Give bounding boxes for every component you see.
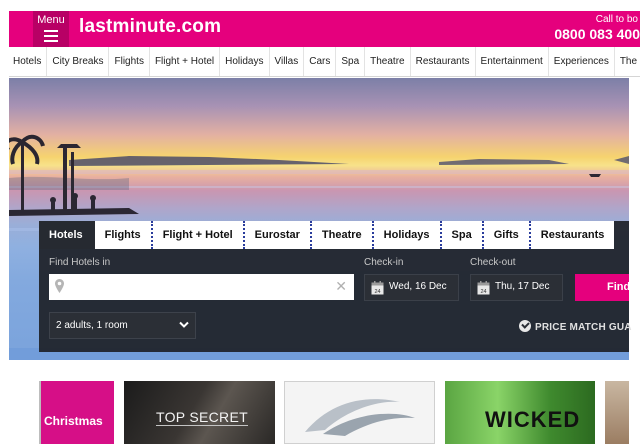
nav-item-flight-hotel[interactable]: Flight + Hotel [150, 47, 221, 76]
call-number[interactable]: 0800 083 400 [554, 26, 640, 43]
tab-eurostar[interactable]: Eurostar [244, 221, 312, 249]
site-logo[interactable]: lastminute.com [79, 16, 221, 38]
call-box: Call to bo 0800 083 400 [554, 14, 640, 43]
destination-field[interactable]: ✕ [49, 274, 354, 300]
tab-hotels[interactable]: Hotels [39, 221, 95, 249]
promo-tile-christmas[interactable]: Christmas [39, 381, 114, 444]
price-match-text: PRICE MATCH GUA [535, 322, 632, 333]
checkin-field[interactable]: 24 Wed, 16 Dec [364, 274, 459, 301]
calendar-icon: 24 [371, 281, 384, 295]
price-match-guarantee[interactable]: PRICE MATCH GUA [519, 320, 632, 334]
checkout-label: Check-out [470, 257, 516, 268]
nav-item-the-mix[interactable]: The Mix [615, 47, 640, 76]
check-circle-icon [519, 320, 531, 332]
calendar-day-number: 24 [374, 289, 380, 295]
tab-spa[interactable]: Spa [441, 221, 484, 249]
call-label: Call to bo [595, 14, 638, 25]
search-tabs: Hotels Flights Flight + Hotel Eurostar T… [39, 221, 615, 249]
destination-input[interactable] [69, 277, 329, 297]
nav-item-cars[interactable]: Cars [304, 47, 337, 76]
menu-button[interactable]: Menu [33, 11, 69, 47]
calendar-day-number: 24 [480, 289, 486, 295]
nav-item-spa[interactable]: Spa [336, 47, 366, 76]
promo-tile-partial[interactable] [605, 381, 629, 444]
nav-item-theatre[interactable]: Theatre [365, 47, 411, 76]
promo-tile-christmas-label: Christmas [44, 414, 103, 428]
nav-item-restaurants[interactable]: Restaurants [411, 47, 476, 76]
tab-restaurants[interactable]: Restaurants [530, 221, 615, 249]
checkin-label: Check-in [364, 257, 404, 268]
close-icon[interactable]: ✕ [335, 278, 347, 294]
site-header: Menu lastminute.com Call to bo 0800 083 … [9, 11, 640, 47]
checkin-value: Wed, 16 Dec [389, 281, 447, 292]
find-button[interactable]: Find [575, 274, 629, 301]
main-nav: Hotels City Breaks Flights Flight + Hote… [9, 47, 640, 77]
tab-gifts[interactable]: Gifts [483, 221, 531, 249]
promo-swoosh-graphic [305, 399, 415, 436]
nav-item-entertainment[interactable]: Entertainment [476, 47, 549, 76]
nav-item-holidays[interactable]: Holidays [220, 47, 270, 76]
guests-value: 2 adults, 1 room [56, 320, 128, 331]
tab-flights[interactable]: Flights [94, 221, 153, 249]
guests-select[interactable]: 2 adults, 1 room [49, 312, 196, 339]
menu-label: Menu [37, 14, 65, 26]
promo-tile-top-secret[interactable]: TOP SECRET [124, 381, 275, 444]
destination-label: Find Hotels in [49, 257, 111, 268]
nav-item-flights[interactable]: Flights [109, 47, 150, 76]
tab-theatre[interactable]: Theatre [311, 221, 374, 249]
nav-item-city-breaks[interactable]: City Breaks [47, 47, 110, 76]
chevron-down-icon [179, 321, 189, 328]
promo-tile-eurostar[interactable] [284, 381, 435, 444]
map-pin-icon [55, 279, 64, 293]
checkout-field[interactable]: 24 Thu, 17 Dec [470, 274, 563, 301]
nav-item-villas[interactable]: Villas [270, 47, 305, 76]
tab-flight-hotel[interactable]: Flight + Hotel [152, 221, 245, 249]
page: Menu lastminute.com Call to bo 0800 083 … [0, 0, 640, 444]
calendar-icon: 24 [477, 281, 490, 295]
promo-tile-wicked[interactable]: WICKED [445, 381, 595, 444]
nav-item-hotels[interactable]: Hotels [9, 47, 48, 76]
promo-tile-top-secret-label: TOP SECRET [156, 409, 248, 426]
nav-item-experiences[interactable]: Experiences [549, 47, 615, 76]
search-widget: Hotels Flights Flight + Hotel Eurostar T… [39, 221, 632, 352]
tab-holidays[interactable]: Holidays [373, 221, 442, 249]
hamburger-icon [44, 30, 58, 42]
promo-tile-wicked-label: WICKED [485, 407, 581, 432]
checkout-value: Thu, 17 Dec [495, 281, 550, 292]
